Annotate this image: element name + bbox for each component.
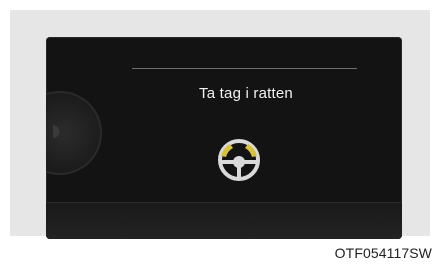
cluster-display: ◗ Ta tag i ratten (46, 37, 402, 239)
display-bottom-band (46, 202, 402, 239)
gear-indicator-icon: ◗ (46, 114, 66, 147)
warning-message: Ta tag i ratten (199, 85, 293, 102)
steering-wheel-icon (218, 139, 260, 181)
top-divider (132, 68, 357, 69)
gauge-ring: ◗ (46, 91, 102, 175)
figure-code: OTF054117SW (334, 245, 432, 261)
